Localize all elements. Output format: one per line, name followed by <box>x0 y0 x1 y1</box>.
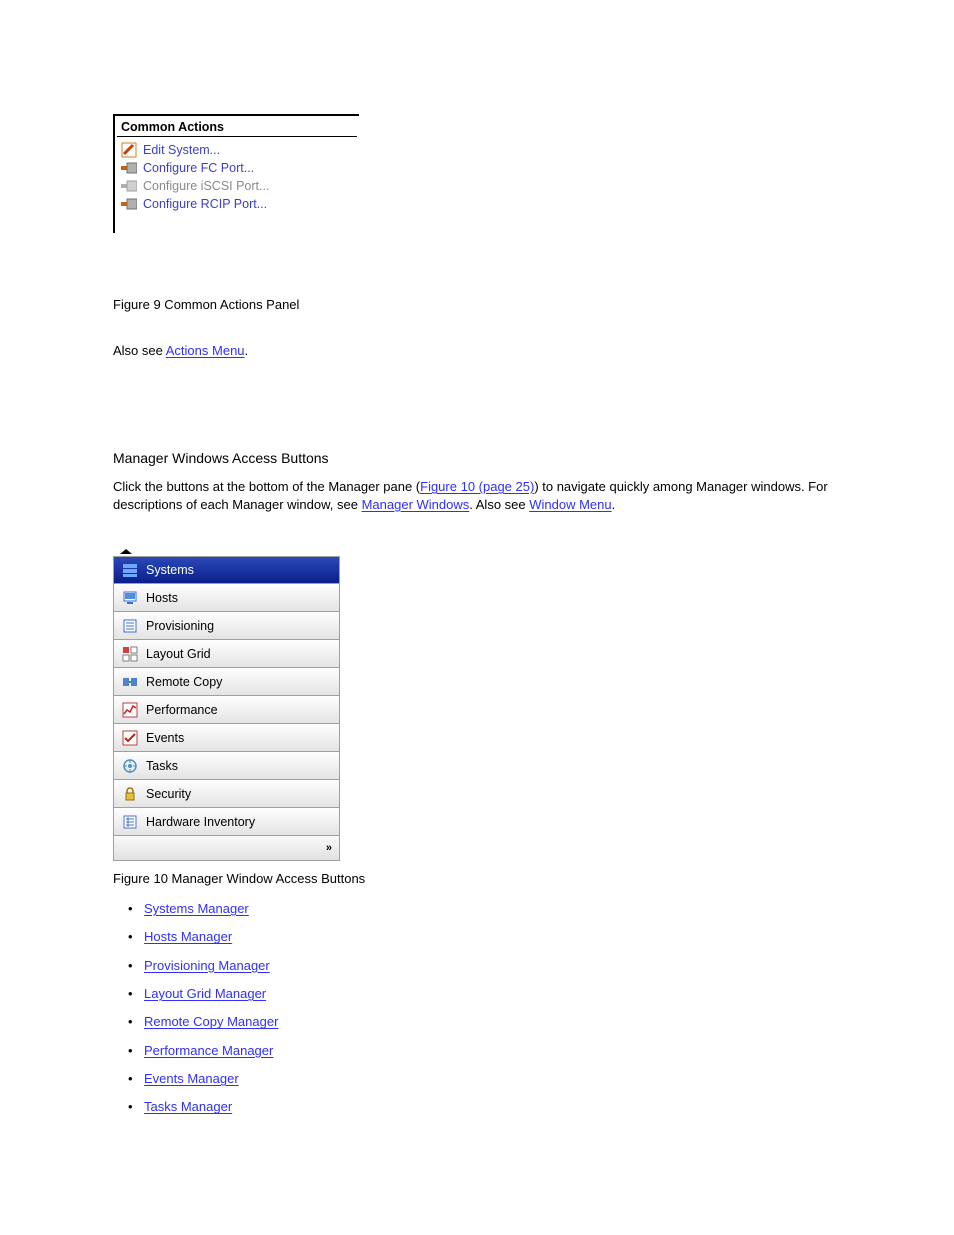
security-icon <box>122 786 138 802</box>
link-figure-10[interactable]: Figure 10 (page 25) <box>420 479 534 494</box>
bullet: • <box>128 1093 134 1121</box>
action-configure-rcip-port[interactable]: Configure RCIP Port... <box>115 195 359 213</box>
mgr-btn-label: Security <box>146 787 191 801</box>
mgr-btn-label: Systems <box>146 563 194 577</box>
list-item: • Events Manager <box>128 1065 278 1093</box>
hardware-icon <box>122 814 138 830</box>
mgr-btn-remote-copy[interactable]: Remote Copy <box>113 668 340 696</box>
list-item: • Tasks Manager <box>128 1093 278 1121</box>
mgr-btn-performance[interactable]: Performance <box>113 696 340 724</box>
link-actions-menu[interactable]: Actions Menu <box>166 343 245 358</box>
bullet: • <box>128 1037 134 1065</box>
mgr-btn-label: Events <box>146 731 184 745</box>
mgr-btn-systems[interactable]: Systems <box>113 556 340 584</box>
action-label: Configure iSCSI Port... <box>143 179 269 193</box>
divider <box>117 136 357 137</box>
paragraph-manager-windows: Click the buttons at the bottom of the M… <box>113 478 853 513</box>
action-label: Edit System... <box>143 143 220 157</box>
mgr-btn-provisioning[interactable]: Provisioning <box>113 612 340 640</box>
common-actions-header: Common Actions <box>115 116 359 136</box>
link-systems-manager[interactable]: Systems Manager <box>144 895 249 923</box>
systems-icon <box>122 562 138 578</box>
mgr-btn-events[interactable]: Events <box>113 724 340 752</box>
link-tasks-manager[interactable]: Tasks Manager <box>144 1093 232 1121</box>
link-performance-manager[interactable]: Performance Manager <box>144 1037 273 1065</box>
link-events-manager[interactable]: Events Manager <box>144 1065 239 1093</box>
link-window-menu[interactable]: Window Menu <box>529 497 611 512</box>
figure-caption-10: Figure 10 Manager Window Access Buttons <box>113 870 365 888</box>
link-hosts-manager[interactable]: Hosts Manager <box>144 923 232 951</box>
list-item: • Performance Manager <box>128 1037 278 1065</box>
mgr-btn-label: Hosts <box>146 591 178 605</box>
figure-caption-9: Figure 9 Common Actions Panel <box>113 296 299 314</box>
hosts-icon <box>122 590 138 606</box>
bullet: • <box>128 895 134 923</box>
bullet: • <box>128 980 134 1008</box>
remote-copy-icon <box>122 674 138 690</box>
bullet: • <box>128 923 134 951</box>
list-item: • Remote Copy Manager <box>128 1008 278 1036</box>
manager-window-buttons-panel: Systems Hosts Provisioning <box>113 548 340 861</box>
mgr-btn-hosts[interactable]: Hosts <box>113 584 340 612</box>
common-actions-panel: Common Actions Edit System... Configure … <box>113 114 359 233</box>
heading-manager-windows: Manager Windows Access Buttons <box>113 450 329 466</box>
action-configure-fc-port[interactable]: Configure FC Port... <box>115 159 359 177</box>
list-item: • Layout Grid Manager <box>128 980 278 1008</box>
list-item: • Provisioning Manager <box>128 952 278 980</box>
mgr-btn-security[interactable]: Security <box>113 780 340 808</box>
port-disabled-icon <box>121 178 137 194</box>
text: . <box>612 497 616 512</box>
paragraph-also-see: Also see Actions Menu. <box>113 342 843 360</box>
mgr-panel-footer[interactable]: » <box>113 836 340 861</box>
mgr-btn-label: Layout Grid <box>146 647 211 661</box>
text: Also see <box>113 343 166 358</box>
link-layout-grid-manager[interactable]: Layout Grid Manager <box>144 980 266 1008</box>
link-provisioning-manager[interactable]: Provisioning Manager <box>144 952 270 980</box>
port-icon <box>121 160 137 176</box>
events-icon <box>122 730 138 746</box>
action-label: Configure RCIP Port... <box>143 197 267 211</box>
text: . <box>245 343 249 358</box>
collapse-grip[interactable] <box>113 548 340 556</box>
mgr-btn-label: Remote Copy <box>146 675 222 689</box>
action-edit-system[interactable]: Edit System... <box>115 141 359 159</box>
edit-system-icon <box>121 142 137 158</box>
provisioning-icon <box>122 618 138 634</box>
mgr-btn-hardware-inventory[interactable]: Hardware Inventory <box>113 808 340 836</box>
layout-grid-icon <box>122 646 138 662</box>
list-item: • Hosts Manager <box>128 923 278 951</box>
manager-link-list: • Systems Manager • Hosts Manager • Provisi… <box>128 895 278 1122</box>
action-label: Configure FC Port... <box>143 161 254 175</box>
mgr-btn-label: Tasks <box>146 759 178 773</box>
performance-icon <box>122 702 138 718</box>
mgr-btn-label: Provisioning <box>146 619 214 633</box>
more-icon: » <box>326 842 333 854</box>
bullet: • <box>128 1065 134 1093</box>
link-manager-windows[interactable]: Manager Windows <box>362 497 470 512</box>
bullet: • <box>128 1008 134 1036</box>
link-remote-copy-manager[interactable]: Remote Copy Manager <box>144 1008 278 1036</box>
mgr-btn-label: Hardware Inventory <box>146 815 255 829</box>
bullet: • <box>128 952 134 980</box>
chevron-up-down-icon <box>119 549 133 555</box>
mgr-btn-tasks[interactable]: Tasks <box>113 752 340 780</box>
tasks-icon <box>122 758 138 774</box>
list-item: • Systems Manager <box>128 895 278 923</box>
mgr-btn-label: Performance <box>146 703 218 717</box>
text: Click the buttons at the bottom of the M… <box>113 479 420 494</box>
port-icon <box>121 196 137 212</box>
action-configure-iscsi-port: Configure iSCSI Port... <box>115 177 359 195</box>
mgr-btn-layout-grid[interactable]: Layout Grid <box>113 640 340 668</box>
text: . Also see <box>469 497 529 512</box>
